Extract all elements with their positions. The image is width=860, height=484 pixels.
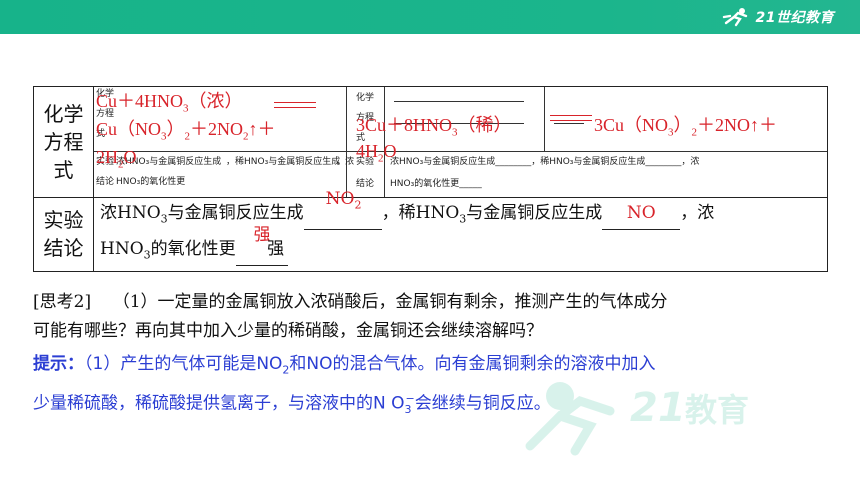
equation-1-reactants: Cu＋4HNO3（浓） — [96, 91, 243, 115]
brand-logo: 21世纪教育 — [722, 5, 834, 29]
table-row-conclusion: 实验结论 浓HNO3与金属铜反应生成NO2NO，稀HNO3与金属铜反应生成NO，… — [33, 189, 828, 272]
tiny-conclusion-text: ，稀HNO₃与金属铜反应生成 — [226, 157, 341, 167]
reaction-table: 化学方程式 化学 方程 式 实验 结论 浓HNO₃与金属铜反应生成 ，稀HNO₃… — [33, 86, 828, 272]
equals-sign — [274, 107, 316, 108]
table-row-equation: 化学方程式 化学 方程 式 实验 结论 浓HNO₃与金属铜反应生成 ，稀HNO₃… — [33, 86, 828, 198]
think-text-1: （1）一定量的金属铜放入浓硝酸后，金属铜有剩余，推测产生的气体成分 — [112, 292, 668, 312]
runner-logo-icon — [722, 8, 747, 27]
row-header-equation: 化学方程式 — [33, 86, 94, 198]
answer-blank-1: NO2NO — [303, 189, 382, 230]
answer-blank-2: NO — [602, 198, 681, 230]
watermark-logo-icon: 21 教育 — [525, 382, 749, 456]
equation-1-products: Cu（NO3）2＋2NO2↑＋ — [96, 119, 276, 143]
think-question: [思考2] （1）一定量的金属铜放入浓硝酸后，金属铜有剩余，推测产生的气体成分 … — [33, 288, 833, 346]
conclusion-line-2: HNO3的氧化性更强强 — [100, 225, 827, 270]
tiny-conclusion-text: 浓HNO₃与金属铜反应生成________，稀HNO₃与金属铜反应生成_____… — [390, 157, 700, 167]
equation-2-water: 4H2O — [356, 141, 397, 165]
answer-2: NO — [626, 203, 656, 223]
conclusion-cell: 浓HNO3与金属铜反应生成NO2NO，稀HNO3与金属铜反应生成NO，浓 HNO… — [93, 189, 828, 272]
tiny-conclusion-text: HNO₃的氧化性更_____ — [390, 179, 482, 189]
equals-sign — [550, 115, 592, 116]
equation-1-water: 2H2O — [96, 147, 137, 171]
svg-text:教育: 教育 — [685, 391, 749, 429]
equals-sign — [274, 102, 316, 103]
answer-blank-3: 强强 — [235, 225, 288, 267]
tiny-label: 化学 — [356, 93, 375, 103]
row-header-conclusion: 实验结论 — [33, 197, 94, 272]
brand-logo-text: 21世纪教育 — [755, 10, 834, 26]
hint-label: 提示： — [33, 354, 84, 374]
tiny-label: 结论 — [96, 177, 115, 187]
think-label: [思考2] — [33, 292, 92, 312]
header-bar: 21世纪教育 — [0, 0, 860, 34]
tiny-conclusion-text: ，浓 — [336, 157, 355, 167]
tiny-conclusion-text: HNO₃的氧化性更 — [116, 177, 186, 187]
think-text-2: 可能有哪些？再向其中加入少量的稀硝酸，金属铜还会继续溶解吗？ — [33, 321, 543, 341]
conclusion-line-1: 浓HNO3与金属铜反应生成NO2NO，稀HNO3与金属铜反应生成NO，浓 — [100, 189, 827, 234]
svg-text:21: 21 — [630, 385, 686, 431]
equation-2-products: 3Cu（NO3）2＋2NO↑＋ — [594, 115, 778, 139]
answer-1: NO2 — [325, 189, 362, 212]
equals-sign — [550, 120, 592, 121]
equation-cell: 化学 方程 式 实验 结论 浓HNO₃与金属铜反应生成 ，稀HNO₃与金属铜反应… — [93, 86, 828, 198]
